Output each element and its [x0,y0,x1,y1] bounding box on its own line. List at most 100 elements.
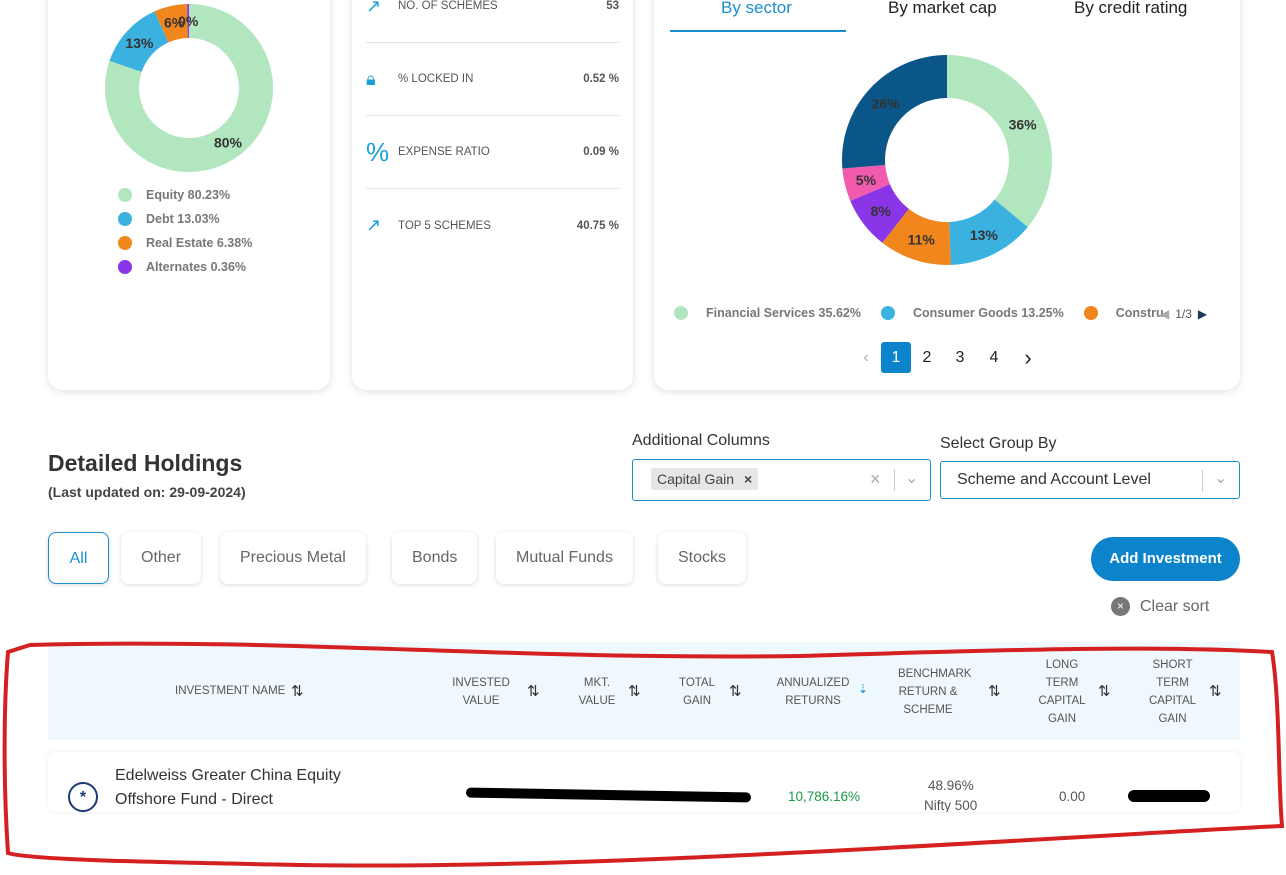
lock-icon: 🔒︎ [366,68,376,89]
legend-prev-icon[interactable]: ◀ [1160,307,1169,321]
asset-allocation-card: 80% 13% 6% 0% Equity 80.23% Debt 13.03% Real … [48,0,330,390]
page-4[interactable]: 4 [979,342,1009,373]
clear-icon[interactable]: × [870,469,881,490]
column-header[interactable]: INVESTMENT NAME [175,682,285,700]
clear-sort-button[interactable]: × Clear sort [1111,597,1209,616]
legend-label[interactable]: Consumer Goods 13.25% [913,306,1064,320]
group-by-label: Select Group By [940,435,1057,452]
filter-mutual-funds[interactable]: Mutual Funds [496,532,633,584]
stat-row: ↗ TOP 5 SCHEMES 40.75 % [366,189,619,262]
legend-label[interactable]: Constru [1116,306,1164,320]
legend-label: Debt 13.03% [146,212,220,226]
sector-donut: 36% 13% 11% 8% 5% 26% [842,55,1052,265]
long-term-capital-gain: 0.00 [1059,789,1086,804]
stat-row: % EXPENSE RATIO 0.09 % [366,116,619,189]
stat-value: 0.09 % [583,146,619,158]
legend-dot [674,306,688,320]
page-1[interactable]: 1 [881,342,911,373]
clear-sort-label: Clear sort [1140,597,1210,615]
legend-label[interactable]: Financial Services 35.62% [706,306,861,320]
legend-dot [118,188,132,202]
last-updated: (Last updated on: 29-09-2024) [48,484,246,500]
stat-label: TOP 5 SCHEMES [398,219,491,232]
filter-precious-metal[interactable]: Precious Metal [220,532,366,584]
sort-icon[interactable]: ⇅ [1098,682,1111,700]
donut-slice[interactable] [842,55,947,169]
slice-label: 5% [856,172,877,188]
page-2[interactable]: 2 [912,342,942,373]
legend-dot [118,236,132,250]
asset-allocation-donut: 80%13%6%0% [105,4,273,172]
tab-by-market-cap[interactable]: By market cap [888,0,997,18]
column-header[interactable]: BENCHMARK RETURN & SCHEME [898,665,971,719]
column-header[interactable]: SHORT TERM CAPITAL GAIN [1145,656,1200,728]
legend-item[interactable]: Equity 80.23% [118,183,252,207]
chevron-down-icon[interactable]: ⌄ [1214,468,1227,488]
sort-icon[interactable]: ⇅ [988,682,1001,700]
group-by-select[interactable]: Scheme and Account Level ⌄ [940,461,1240,499]
stat-label: % LOCKED IN [398,73,474,85]
donut-slice[interactable] [947,55,1052,228]
benchmark-scheme: Nifty 500 [924,798,978,812]
tab-by-credit-rating[interactable]: By credit rating [1074,0,1187,18]
stat-label: EXPENSE RATIO [398,146,490,158]
column-header[interactable]: MKT. VALUE [572,674,622,710]
trending-up-icon: ↗ [366,215,382,235]
sort-icon[interactable]: ⇣ [858,682,868,696]
sort-icon[interactable]: ⇅ [1209,682,1222,700]
additional-columns-select[interactable]: Capital Gain × × ⌄ [632,459,931,501]
slice-label: 13% [125,35,154,51]
filter-other[interactable]: Other [121,532,202,584]
page-title: Detailed Holdings [48,450,243,476]
slice-label: 26% [872,95,901,111]
legend-dot [118,212,132,226]
capital-gain-chip: Capital Gain × [651,468,759,490]
legend-dot [1083,306,1098,320]
legend-item[interactable]: Alternates 0.36% [118,255,252,279]
legend-next-icon[interactable]: ▶ [1198,307,1207,321]
sort-icon[interactable]: ⇅ [527,682,540,700]
page-3[interactable]: 3 [945,342,975,373]
sort-icon[interactable]: ⇅ [291,682,304,700]
slice-label: 13% [970,227,999,243]
chevron-down-icon[interactable]: ⌄ [905,468,918,488]
legend-dot [880,306,895,320]
sector-allocation-card: By sector By market cap By credit rating… [654,0,1240,390]
slice-label: 8% [871,203,892,219]
fund-logo-icon: * [68,782,98,812]
stat-value: 0.52 % [583,73,619,85]
sort-icon[interactable]: ⇅ [628,682,641,700]
percent-icon: % [366,136,390,167]
annualized-return: 10,786.16% [788,789,861,804]
investment-name[interactable]: Edelweiss Greater China Equity Offshore … [115,764,385,812]
pagination-next-icon[interactable]: › [1013,342,1043,373]
add-investment-button[interactable]: Add Investment [1091,537,1240,581]
sort-icon[interactable]: ⇅ [729,682,742,700]
legend-label: Alternates 0.36% [146,260,247,274]
stat-value: 53 [606,0,619,12]
stat-label: NO. OF SCHEMES [398,0,498,12]
pagination-prev-icon[interactable]: ‹ [851,342,881,373]
tab-by-sector[interactable]: By sector [721,0,792,18]
filter-stocks[interactable]: Stocks [658,532,747,584]
benchmark-return: 48.96% [928,778,974,793]
legend-item[interactable]: Real Estate 6.38% [118,231,252,255]
legend-dot [118,260,132,274]
slice-label: 80% [214,134,243,150]
column-header[interactable]: TOTAL GAIN [672,674,722,710]
legend-pager: ◀ 1/3 ▶ [1160,307,1207,321]
redacted-invested-market-gain [465,787,752,803]
chip-label: Capital Gain [657,471,735,487]
column-header[interactable]: LONG TERM CAPITAL GAIN [1037,656,1087,728]
column-header[interactable]: ANNUALIZED RETURNS [770,674,856,710]
filter-all[interactable]: All [48,532,109,584]
column-header[interactable]: INVESTED VALUE [446,674,516,710]
legend-item[interactable]: Debt 13.03% [118,207,252,231]
slice-label: 0% [178,13,199,29]
table-row[interactable]: * Edelweiss Greater China Equity Offshor… [48,752,1240,812]
filter-bonds[interactable]: Bonds [392,532,478,584]
portfolio-stats-card: ↗ NO. OF SCHEMES 53 🔒︎ % LOCKED IN 0.52 %% EXP… [352,0,633,390]
clear-icon: × [1111,597,1130,616]
redacted-short-term-gain [1128,790,1210,802]
chip-remove-icon[interactable]: × [744,471,752,487]
